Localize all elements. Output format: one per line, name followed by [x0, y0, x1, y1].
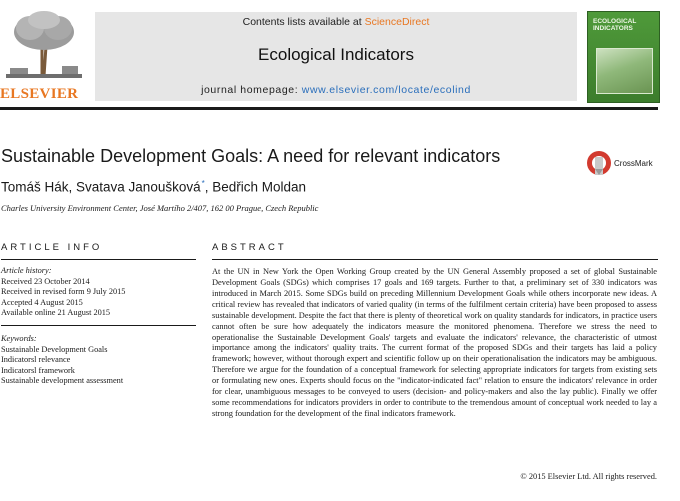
elsevier-wordmark: ELSEVIER [0, 86, 79, 102]
homepage-prefix: journal homepage: [201, 84, 302, 96]
journal-cover[interactable]: ECOLOGICAL INDICATORS [587, 11, 660, 103]
abstract-heading: ABSTRACT [212, 242, 287, 253]
contents-prefix: Contents lists available at [242, 16, 365, 28]
crossmark-icon [587, 151, 611, 175]
sciencedirect-link[interactable]: ScienceDirect [365, 16, 430, 28]
contents-line: Contents lists available at ScienceDirec… [95, 16, 577, 28]
article-info: Article history: Received 23 October 201… [1, 266, 196, 387]
article-info-rule [1, 259, 196, 260]
abstract-rule [212, 259, 658, 260]
crossmark-badge[interactable]: CrossMark [586, 149, 658, 179]
keywords-rule [1, 325, 196, 326]
abstract-text: At the UN in New York the Open Working G… [212, 267, 657, 418]
cover-photo [596, 48, 653, 94]
header-divider [0, 107, 658, 110]
history-received: Received 23 October 2014 [1, 276, 90, 286]
history-accepted: Accepted 4 August 2015 [1, 297, 83, 307]
author-list: Tomáš Hák, Svatava Janoušková*, Bedřich … [1, 179, 306, 195]
elsevier-tree-icon [6, 10, 82, 78]
keyword-item: Sustainable Development Goals [1, 344, 108, 354]
history-label: Article history: [1, 266, 52, 275]
homepage-link[interactable]: www.elsevier.com/locate/ecolind [302, 84, 471, 96]
article-info-heading: ARTICLE INFO [1, 242, 103, 253]
authors-first[interactable]: Tomáš Hák, Svatava Janoušková [1, 180, 201, 195]
history-online: Available online 21 August 2015 [1, 308, 111, 318]
crossmark-label: CrossMark [614, 159, 653, 168]
cover-title: ECOLOGICAL INDICATORS [593, 18, 637, 32]
homepage-line: journal homepage: www.elsevier.com/locat… [95, 84, 577, 96]
article-title: Sustainable Development Goals: A need fo… [1, 146, 501, 166]
authors-last[interactable]: , Bedřich Moldan [205, 180, 306, 195]
elsevier-logo[interactable]: ELSEVIER [0, 10, 88, 102]
history-revised: Received in revised form 9 July 2015 [1, 287, 126, 297]
affiliation: Charles University Environment Center, J… [1, 203, 319, 213]
journal-name[interactable]: Ecological Indicators [95, 45, 577, 65]
keyword-item: Indicatorsl relevance [1, 355, 71, 365]
keyword-item: Indicatorsl framework [1, 365, 75, 375]
journal-header: Contents lists available at ScienceDirec… [95, 12, 577, 101]
copyright-notice: © 2015 Elsevier Ltd. All rights reserved… [520, 472, 657, 481]
keywords-label: Keywords: [1, 333, 37, 343]
keyword-item: Sustainable development assessment [1, 376, 124, 386]
